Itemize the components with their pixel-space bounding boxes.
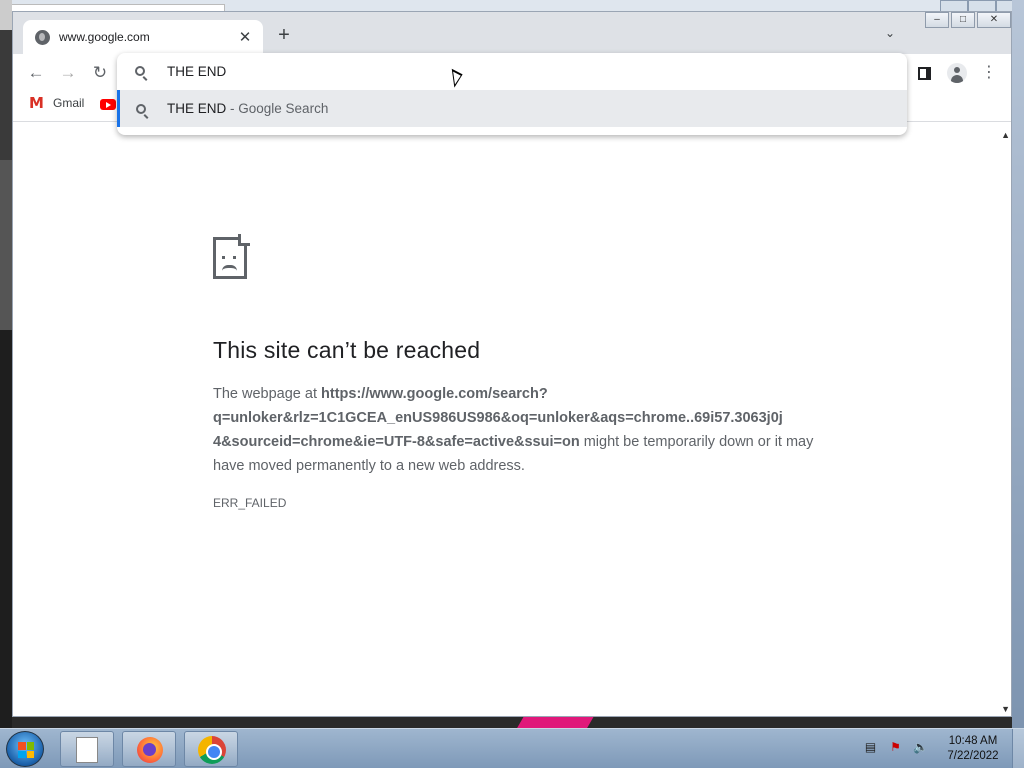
globe-icon [35, 29, 50, 45]
suggestion-text: THE END - Google Search [167, 101, 329, 116]
search-icon [136, 103, 146, 114]
tab-search-chevron-icon[interactable]: ⌄ [885, 26, 895, 40]
windows-logo-icon [18, 742, 34, 758]
taskbar-chrome[interactable] [184, 731, 238, 767]
clock[interactable]: 10:48 AM 7/22/2022 [938, 734, 1008, 764]
scroll-up-arrow-icon[interactable]: ▲ [1001, 130, 1010, 140]
chrome-icon [198, 736, 226, 764]
show-desktop-button[interactable] [1012, 729, 1024, 768]
menu-button[interactable]: ⋮ [978, 62, 1000, 84]
new-tab-button[interactable]: + [273, 25, 295, 47]
file-manager-icon [76, 737, 98, 763]
error-code: ERR_FAILED [213, 496, 287, 510]
back-arrow-icon[interactable]: ← [25, 62, 47, 84]
action-center-flag-icon[interactable]: ⚑ [887, 739, 904, 756]
tab-google[interactable]: www.google.com ✕ [23, 20, 263, 54]
tab-strip: www.google.com ✕ + ⌄ – □ ✕ [13, 12, 1011, 54]
close-window-button[interactable]: ✕ [977, 12, 1011, 28]
profile-icon [947, 63, 967, 83]
more-vert-icon: ⋮ [981, 64, 997, 81]
desktop-right [1012, 0, 1024, 728]
failed-url-query: q=unloker&rlz=1C1GCEA_enUS986US986&oq=un… [213, 410, 783, 426]
side-panel-icon [917, 66, 931, 80]
system-tray: ▤ ⚑ 🔈 [862, 739, 929, 756]
network-icon[interactable]: ▤ [862, 739, 879, 756]
start-button[interactable] [6, 731, 44, 767]
error-title: This site can’t be reached [213, 337, 481, 363]
failed-url-query-end: 4&sourceid=chrome&ie=UTF-8&safe=active&s… [213, 434, 580, 450]
address-bar-text: THE END [167, 63, 227, 79]
bookmark-youtube[interactable] [100, 99, 116, 110]
bookmark-label: Gmail [53, 96, 85, 110]
search-icon [135, 66, 145, 76]
tab-title: www.google.com [59, 30, 150, 44]
youtube-icon [100, 99, 116, 110]
failed-url: https://www.google.com/search? [321, 386, 548, 402]
volume-icon[interactable]: 🔈 [912, 739, 929, 756]
window-controls: – □ ✕ [923, 12, 1011, 28]
omnibox-dropdown: THE END THE END - Google Search [117, 53, 907, 135]
clock-date: 7/22/2022 [947, 750, 999, 762]
bookmark-gmail[interactable]: Gmail [29, 94, 85, 112]
scroll-down-arrow-icon[interactable]: ▼ [1001, 704, 1010, 714]
error-message: The webpage at https://www.google.com/se… [213, 386, 814, 474]
error-page: This site can’t be reached The webpage a… [213, 234, 823, 510]
sad-page-icon [213, 234, 250, 279]
tab-close-icon[interactable]: ✕ [237, 28, 253, 46]
reload-icon[interactable]: ↻ [89, 62, 111, 84]
taskbar-firefox[interactable] [122, 731, 176, 767]
forward-arrow-icon[interactable]: → [57, 62, 79, 84]
firefox-icon [137, 737, 163, 763]
omnibox-suggestion[interactable]: THE END - Google Search [117, 90, 907, 127]
maximize-button[interactable]: □ [951, 12, 975, 28]
minimize-button[interactable]: – [925, 12, 949, 28]
address-bar-input[interactable]: THE END [117, 53, 907, 89]
side-panel-button[interactable] [913, 62, 935, 84]
taskbar: ▤ ⚑ 🔈 10:48 AM 7/22/2022 [0, 728, 1024, 768]
taskbar-file-manager[interactable] [60, 731, 114, 767]
gmail-icon [29, 94, 45, 112]
profile-button[interactable] [946, 62, 968, 84]
clock-time: 10:48 AM [948, 735, 998, 747]
desktop-left [0, 0, 12, 728]
